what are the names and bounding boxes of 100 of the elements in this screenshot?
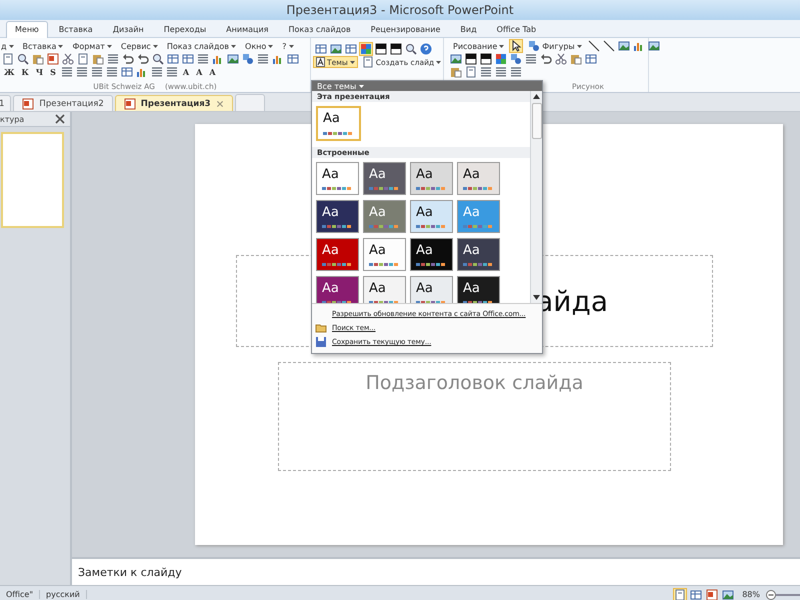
- page-icon[interactable]: [465, 66, 477, 78]
- theme-thumbnail[interactable]: Aa: [410, 276, 453, 303]
- shapes-button[interactable]: Фигуры: [525, 40, 585, 52]
- document-icon[interactable]: [124, 98, 136, 110]
- align-icon[interactable]: [197, 53, 209, 65]
- picture-icon[interactable]: [330, 43, 342, 55]
- bar-chart-icon[interactable]: [272, 53, 284, 65]
- shapes-icon[interactable]: [510, 53, 522, 65]
- clipboard-icon[interactable]: [570, 53, 582, 65]
- font-button[interactable]: A: [180, 67, 192, 77]
- document-tab[interactable]: Презентация2: [13, 95, 113, 111]
- table-icon[interactable]: [167, 53, 179, 65]
- table-icon[interactable]: [182, 53, 194, 65]
- color-grid-icon[interactable]: [360, 43, 372, 55]
- align-icon[interactable]: [90, 66, 103, 78]
- ribbon-tab[interactable]: Вставка: [50, 21, 102, 37]
- zoom-level[interactable]: 88%: [742, 590, 760, 599]
- font-button[interactable]: A: [194, 67, 204, 77]
- ribbon-tab[interactable]: Показ слайдов: [279, 21, 360, 37]
- menu-item[interactable]: Показ слайдов: [164, 40, 240, 52]
- picture-icon[interactable]: [450, 53, 462, 65]
- page-icon[interactable]: [77, 53, 89, 65]
- bar-chart-icon[interactable]: [212, 53, 224, 65]
- layout-icon[interactable]: [480, 53, 492, 65]
- clipboard-icon[interactable]: [32, 53, 44, 65]
- align-icon[interactable]: [510, 66, 522, 78]
- help-icon[interactable]: [420, 43, 432, 55]
- scissors-icon[interactable]: [555, 53, 567, 65]
- theme-thumbnail[interactable]: Aa: [363, 276, 406, 303]
- search-icon[interactable]: [152, 53, 164, 65]
- menu-item[interactable]: Сервис: [118, 40, 161, 52]
- undo-icon[interactable]: [540, 53, 552, 65]
- align-icon[interactable]: [257, 53, 269, 65]
- document-icon[interactable]: [47, 53, 59, 65]
- ribbon-tab[interactable]: Анимация: [217, 21, 278, 37]
- search-icon[interactable]: [17, 53, 29, 65]
- undo-icon[interactable]: [137, 53, 149, 65]
- scroll-bar[interactable]: [530, 91, 542, 303]
- align-icon[interactable]: [107, 53, 119, 65]
- clipboard-icon[interactable]: [450, 66, 462, 78]
- align-icon[interactable]: [166, 66, 178, 78]
- document-tab[interactable]: 1: [0, 95, 12, 111]
- ribbon-tab[interactable]: Вид: [451, 21, 486, 37]
- theme-thumbnail[interactable]: Aa: [363, 162, 406, 195]
- drawing-menu[interactable]: Рисование: [450, 40, 508, 52]
- align-icon[interactable]: [150, 66, 163, 78]
- table-icon[interactable]: [120, 66, 133, 78]
- bar-chart-icon[interactable]: [632, 40, 645, 52]
- color-grid-icon[interactable]: [495, 53, 507, 65]
- theme-thumbnail[interactable]: Aa: [316, 200, 359, 233]
- theme-thumbnail[interactable]: Aa: [457, 238, 500, 271]
- language-label[interactable]: русский: [40, 590, 87, 599]
- align-icon[interactable]: [106, 66, 118, 78]
- table-icon[interactable]: [315, 43, 327, 55]
- format-button[interactable]: S: [48, 67, 58, 77]
- ribbon-tab[interactable]: Рецензирование: [362, 21, 450, 37]
- document-tab[interactable]: Презентация3: [114, 95, 233, 111]
- theme-thumbnail[interactable]: Aa: [363, 238, 406, 271]
- format-button[interactable]: Ч: [34, 67, 46, 77]
- table-icon[interactable]: [287, 53, 299, 65]
- picture-icon[interactable]: [648, 40, 660, 52]
- slide-thumbnail[interactable]: [1, 132, 64, 228]
- menu-item[interactable]: ?: [279, 40, 297, 52]
- theme-thumbnail[interactable]: Aa: [316, 276, 359, 303]
- ribbon-tab[interactable]: Меню: [6, 21, 48, 38]
- close-icon[interactable]: [216, 100, 224, 108]
- menu-item[interactable]: Вставка: [20, 40, 66, 52]
- pointer-icon[interactable]: [510, 40, 522, 52]
- theme-thumbnail[interactable]: Aa: [457, 162, 500, 195]
- table-icon[interactable]: [690, 588, 702, 600]
- theme-thumbnail[interactable]: Aa: [410, 162, 453, 195]
- align-icon[interactable]: [495, 66, 507, 78]
- bar-chart-icon[interactable]: [136, 66, 148, 78]
- theme-thumbnail[interactable]: Aa: [410, 200, 453, 233]
- ribbon-tab[interactable]: Дизайн: [104, 21, 153, 37]
- clipboard-icon[interactable]: [92, 53, 104, 65]
- menu-item[interactable]: Окно: [242, 40, 276, 52]
- undo-icon[interactable]: [122, 53, 134, 65]
- format-button[interactable]: К: [20, 67, 31, 77]
- shapes-icon[interactable]: [528, 40, 540, 52]
- scroll-down-icon[interactable]: [533, 295, 540, 300]
- filter-dropdown[interactable]: Все темы: [312, 81, 542, 91]
- ribbon-tab[interactable]: Office Tab: [488, 21, 546, 37]
- theme-thumbnail[interactable]: Aa: [457, 276, 500, 303]
- theme-thumbnail[interactable]: Aa: [363, 200, 406, 233]
- close-icon[interactable]: [54, 113, 66, 125]
- picture-icon[interactable]: [227, 53, 239, 65]
- theme-thumbnail[interactable]: Aa: [410, 238, 453, 271]
- layout-icon[interactable]: [375, 43, 387, 55]
- theme-thumbnail[interactable]: Aa: [316, 106, 361, 141]
- picture-icon[interactable]: [722, 588, 734, 600]
- scroll-thumb[interactable]: [532, 103, 542, 139]
- page-icon[interactable]: [362, 56, 374, 68]
- align-icon[interactable]: [76, 66, 88, 78]
- font-button[interactable]: A: [207, 67, 218, 77]
- line-icon[interactable]: [602, 40, 615, 52]
- save-icon[interactable]: [315, 336, 327, 348]
- line-icon[interactable]: [588, 40, 600, 52]
- table-icon[interactable]: [345, 43, 357, 55]
- theme-thumbnail[interactable]: Aa: [316, 238, 359, 271]
